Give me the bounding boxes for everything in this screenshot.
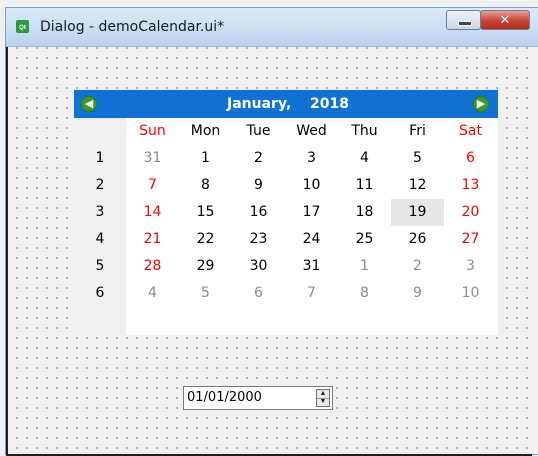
calendar-day[interactable]: 10: [444, 280, 497, 307]
calendar-day[interactable]: 23: [232, 226, 285, 253]
week-number: 5: [95, 258, 105, 274]
calendar-day[interactable]: 30: [232, 253, 285, 280]
calendar-day[interactable]: 1: [179, 145, 232, 172]
calendar-day[interactable]: 6: [232, 280, 285, 307]
date-spin-buttons[interactable]: ▲ ▼: [316, 389, 330, 407]
calendar-day[interactable]: 24: [285, 226, 338, 253]
calendar-day[interactable]: 25: [338, 226, 391, 253]
calendar-day[interactable]: 2: [391, 253, 444, 280]
designer-form-canvas[interactable]: ◀ January, 2018 ▶ Sun Mon Tue Wed Thu Fri Sat 1…: [6, 47, 532, 456]
calendar-day[interactable]: 11: [338, 172, 391, 199]
app-icon-glyph: Qt: [19, 25, 26, 31]
calendar-day[interactable]: 17: [285, 199, 338, 226]
calendar-day[interactable]: 22: [179, 226, 232, 253]
weekday-header-thu: Thu: [351, 123, 378, 139]
calendar-day[interactable]: 29: [179, 253, 232, 280]
prev-month-arrow-icon[interactable]: ◀: [81, 96, 97, 112]
month-label[interactable]: January,: [227, 96, 291, 112]
calendar-day[interactable]: 16: [232, 199, 285, 226]
weekday-header-sun: Sun: [139, 123, 166, 139]
calendar-day[interactable]: 18: [338, 199, 391, 226]
calendar-day[interactable]: 20: [444, 199, 497, 226]
week-number: 4: [95, 231, 105, 247]
qt-app-icon: Qt: [16, 20, 29, 33]
week-number: 2: [95, 177, 105, 193]
calendar-day[interactable]: 14: [126, 199, 179, 226]
date-edit-field[interactable]: 01/01/2000 ▲ ▼: [183, 386, 333, 410]
weekday-header-mon: Mon: [190, 123, 221, 139]
title-bar[interactable]: Qt Dialog - demoCalendar.ui* ✕: [6, 8, 538, 47]
calendar-day[interactable]: 1: [338, 253, 391, 280]
calendar-day[interactable]: 4: [126, 280, 179, 307]
calendar-day[interactable]: 5: [391, 145, 444, 172]
year-label[interactable]: 2018: [310, 96, 349, 112]
weekday-header-tue: Tue: [246, 123, 271, 139]
calendar-day[interactable]: 3: [444, 253, 497, 280]
window-title: Dialog - demoCalendar.ui*: [40, 19, 225, 35]
calendar-navigation-bar: ◀ January, 2018 ▶: [74, 90, 498, 118]
dialog-window: Qt Dialog - demoCalendar.ui* ✕ ◀ January…: [6, 8, 538, 456]
calendar-day[interactable]: 31: [126, 145, 179, 172]
calendar-day[interactable]: 13: [444, 172, 497, 199]
calendar-day[interactable]: 26: [391, 226, 444, 253]
calendar-day-selected[interactable]: 19: [391, 199, 444, 226]
close-button[interactable]: ✕: [480, 10, 530, 30]
calendar-day[interactable]: 31: [285, 253, 338, 280]
calendar-day[interactable]: 9: [391, 280, 444, 307]
spin-down-icon[interactable]: ▼: [317, 398, 329, 406]
calendar-day[interactable]: 12: [391, 172, 444, 199]
calendar-day[interactable]: 2: [232, 145, 285, 172]
calendar-day[interactable]: 5: [179, 280, 232, 307]
calendar-day[interactable]: 27: [444, 226, 497, 253]
calendar-widget[interactable]: ◀ January, 2018 ▶ Sun Mon Tue Wed Thu Fri Sat 1…: [74, 90, 498, 335]
calendar-day[interactable]: 4: [338, 145, 391, 172]
calendar-day[interactable]: 7: [285, 280, 338, 307]
minimize-button[interactable]: [446, 10, 481, 30]
calendar-day[interactable]: 7: [126, 172, 179, 199]
weekday-header-fri: Fri: [409, 123, 426, 139]
calendar-day[interactable]: 8: [179, 172, 232, 199]
weekday-header-wed: Wed: [296, 123, 327, 139]
week-number: 6: [95, 285, 105, 301]
calendar-day[interactable]: 6: [444, 145, 497, 172]
date-edit-value[interactable]: 01/01/2000: [187, 390, 262, 405]
next-month-arrow-icon[interactable]: ▶: [473, 96, 489, 112]
weekday-header-sat: Sat: [459, 123, 482, 139]
calendar-day[interactable]: 3: [285, 145, 338, 172]
calendar-day[interactable]: 8: [338, 280, 391, 307]
week-number: 1: [95, 150, 105, 166]
calendar-day[interactable]: 9: [232, 172, 285, 199]
calendar-day[interactable]: 15: [179, 199, 232, 226]
calendar-day[interactable]: 10: [285, 172, 338, 199]
week-number: 3: [95, 204, 105, 220]
calendar-day[interactable]: 21: [126, 226, 179, 253]
calendar-day[interactable]: 28: [126, 253, 179, 280]
